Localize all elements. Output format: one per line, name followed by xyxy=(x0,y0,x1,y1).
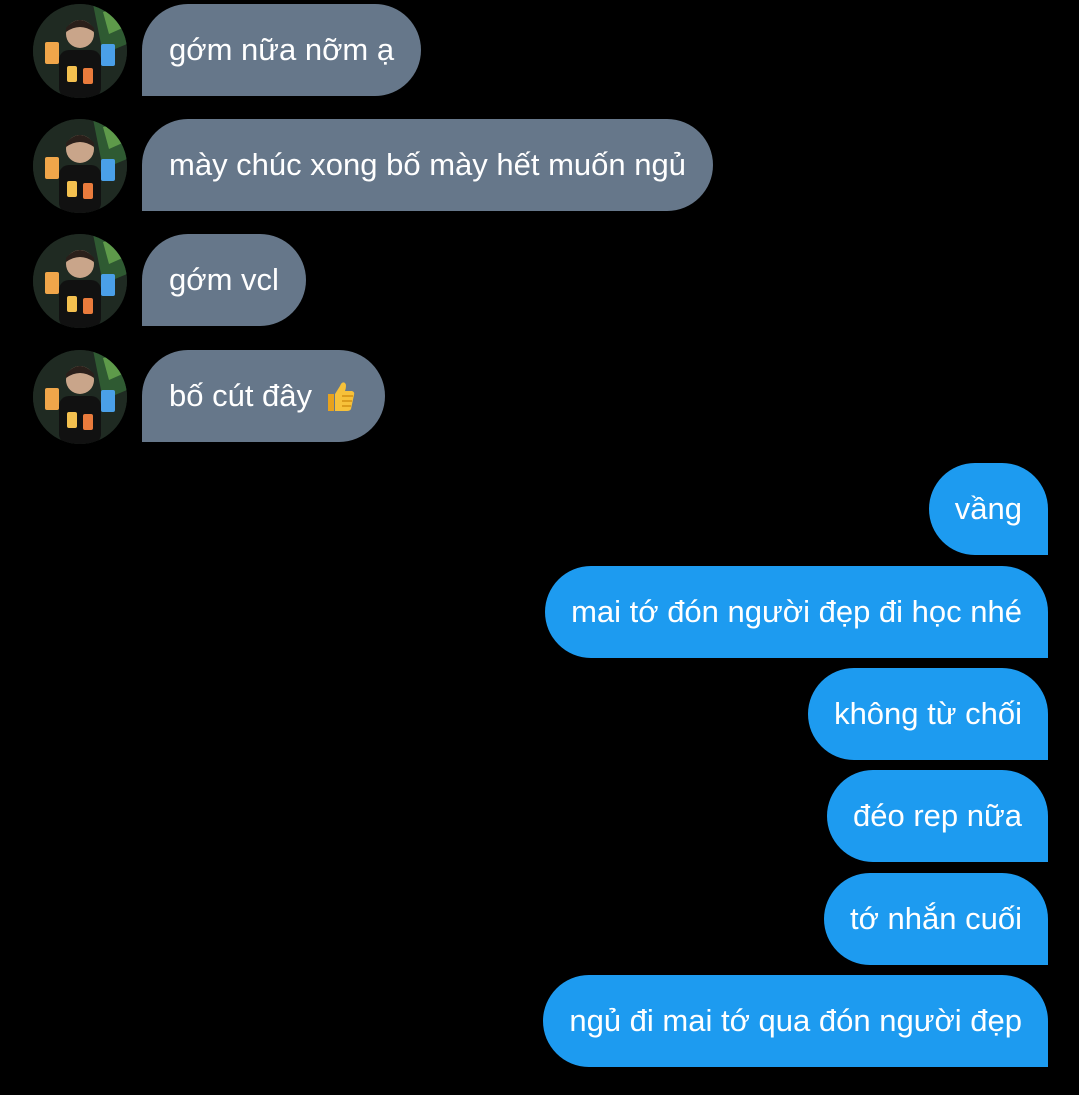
message-text: gớm nữa nỡm ạ xyxy=(169,32,395,67)
avatar[interactable] xyxy=(33,4,127,98)
message-text: gớm vcl xyxy=(169,262,279,297)
message-text: mày chúc xong bố mày hết muốn ngủ xyxy=(169,147,686,182)
avatar-photo xyxy=(33,234,127,328)
outgoing-message-bubble[interactable]: đéo rep nữa xyxy=(827,770,1048,862)
avatar-photo xyxy=(33,350,127,444)
outgoing-message-bubble[interactable]: tớ nhắn cuối xyxy=(824,873,1048,965)
outgoing-message-bubble[interactable]: ngủ đi mai tớ qua đón người đẹp xyxy=(543,975,1048,1067)
message-text: tớ nhắn cuối xyxy=(850,901,1022,936)
message-text: bố cút đây xyxy=(169,378,313,413)
incoming-message-bubble[interactable]: bố cút đây xyxy=(142,350,386,442)
message-text: không từ chối xyxy=(834,696,1022,731)
avatar[interactable] xyxy=(33,119,127,213)
outgoing-message-bubble[interactable]: không từ chối xyxy=(808,668,1048,760)
message-text: đéo rep nữa xyxy=(853,798,1022,833)
avatar-photo xyxy=(33,4,127,98)
incoming-message-bubble[interactable]: gớm nữa nỡm ạ xyxy=(142,4,422,96)
avatar[interactable] xyxy=(33,350,127,444)
outgoing-message-bubble[interactable]: vầng xyxy=(928,463,1048,555)
message-text: vầng xyxy=(954,491,1022,526)
avatar-photo xyxy=(33,119,127,213)
avatar[interactable] xyxy=(33,234,127,328)
thumbs-up-icon xyxy=(328,382,355,411)
incoming-message-bubble[interactable]: mày chúc xong bố mày hết muốn ngủ xyxy=(142,119,713,211)
outgoing-message-bubble[interactable]: mai tớ đón người đẹp đi học nhé xyxy=(545,566,1048,658)
message-text: mai tớ đón người đẹp đi học nhé xyxy=(571,594,1022,629)
message-text: ngủ đi mai tớ qua đón người đẹp xyxy=(569,1003,1022,1038)
incoming-message-bubble[interactable]: gớm vcl xyxy=(142,234,306,326)
